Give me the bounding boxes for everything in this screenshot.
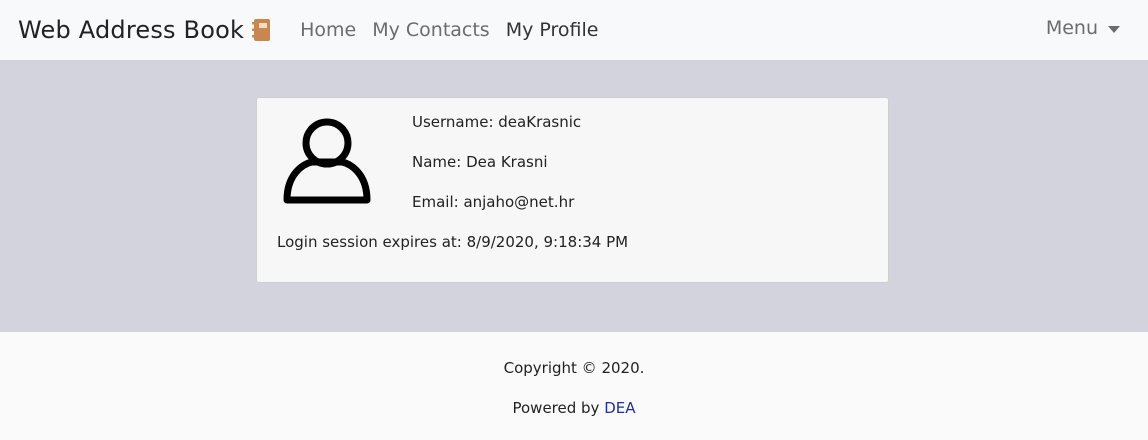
name-text: Name: Dea Krasni [412, 153, 548, 171]
nav-home[interactable]: Home [300, 19, 356, 41]
brand[interactable]: Web Address Book [18, 16, 272, 44]
copyright-text: Copyright © 2020. [503, 359, 645, 377]
powered-by: Powered by DEA [0, 399, 1148, 417]
powered-by-link[interactable]: DEA [604, 399, 635, 417]
menu-dropdown[interactable]: Menu [1046, 17, 1120, 39]
session-expiry-text: Login session expires at: 8/9/2020, 9:18… [277, 233, 629, 251]
email-text: Email: anjaho@net.hr [412, 193, 575, 211]
profile-card: Username: deaKrasnic Name: Dea Krasni Em… [256, 97, 889, 283]
address-book-icon [252, 18, 272, 42]
nav-my-profile[interactable]: My Profile [506, 19, 599, 41]
main-content: Username: deaKrasnic Name: Dea Krasni Em… [0, 60, 1148, 332]
nav-links: Home My Contacts My Profile [292, 19, 606, 41]
username-text: Username: deaKrasnic [412, 113, 582, 131]
powered-by-label: Powered by [512, 399, 605, 417]
caret-down-icon [1108, 25, 1120, 33]
nav-my-contacts[interactable]: My Contacts [372, 19, 490, 41]
navbar: Web Address Book Home My Contacts My Pro… [0, 0, 1148, 60]
user-icon [281, 116, 373, 208]
menu-label: Menu [1045, 17, 1098, 39]
brand-title: Web Address Book [18, 16, 245, 44]
footer: Copyright © 2020. Powered by DEA [0, 332, 1148, 440]
